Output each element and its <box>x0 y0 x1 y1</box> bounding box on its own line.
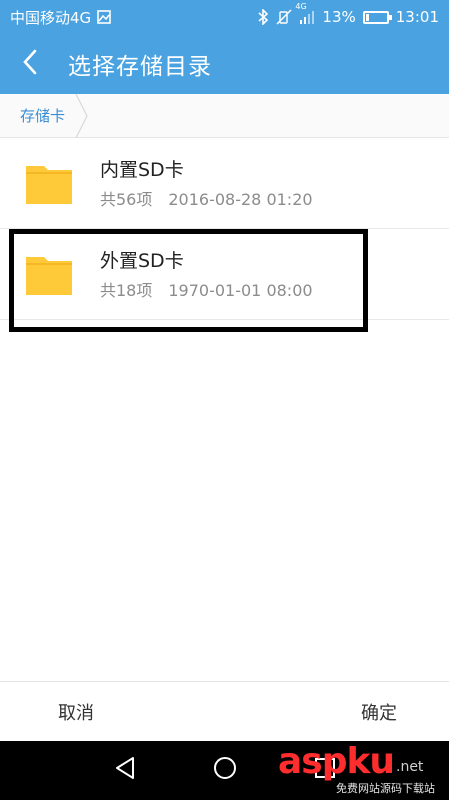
bluetooth-icon <box>257 9 269 25</box>
breadcrumb-separator-icon <box>75 93 88 138</box>
list-item-text: 内置SD卡 共56项 2016-08-28 01:20 <box>100 157 313 210</box>
status-left: 中国移动4G <box>10 7 111 28</box>
breadcrumb-item-storage-card[interactable]: 存储卡 <box>0 94 75 138</box>
folder-list: 内置SD卡 共56项 2016-08-28 01:20 外置SD卡 共18项 197… <box>0 138 449 320</box>
network-badge: 4G <box>295 2 307 11</box>
carrier-label: 中国移动4G <box>10 8 92 27</box>
modified-date: 1970-01-01 08:00 <box>168 280 313 300</box>
page-title: 选择存储目录 <box>68 54 212 80</box>
item-count: 共56项 <box>100 189 153 209</box>
list-item[interactable]: 内置SD卡 共56项 2016-08-28 01:20 <box>0 138 449 229</box>
folder-meta: 共18项 1970-01-01 08:00 <box>100 281 313 301</box>
clock: 13:01 <box>395 8 439 26</box>
folder-icon <box>24 158 74 208</box>
status-bar: 中国移动4G 4G 13% 13:01 <box>0 0 449 34</box>
nav-recent-icon <box>314 757 336 783</box>
image-icon <box>97 10 111 24</box>
nav-recent-button[interactable] <box>305 750 345 790</box>
folder-name: 外置SD卡 <box>100 249 184 272</box>
title-bar: 选择存储目录 <box>0 34 449 94</box>
breadcrumb: 存储卡 <box>0 93 449 138</box>
battery-percent: 13% <box>322 8 356 26</box>
folder-name: 内置SD卡 <box>100 158 184 181</box>
folder-icon <box>24 249 74 299</box>
cancel-button[interactable]: 取消 <box>58 682 94 742</box>
nav-back-icon <box>114 756 136 784</box>
system-nav-bar <box>0 741 449 800</box>
list-item[interactable]: 外置SD卡 共18项 1970-01-01 08:00 <box>0 229 449 320</box>
nav-home-button[interactable] <box>205 750 245 790</box>
modified-date: 2016-08-28 01:20 <box>168 189 313 209</box>
battery-level-fill <box>365 13 369 21</box>
battery-icon <box>362 10 392 24</box>
signal-icon: 4G <box>295 2 315 24</box>
back-arrow-icon <box>22 49 38 79</box>
folder-meta: 共56项 2016-08-28 01:20 <box>100 190 313 210</box>
nav-home-icon <box>213 756 237 784</box>
action-bar: 取消 确定 <box>0 681 449 741</box>
nav-back-button[interactable] <box>105 750 145 790</box>
status-right: 4G 13% 13:01 <box>257 2 439 26</box>
list-item-text: 外置SD卡 共18项 1970-01-01 08:00 <box>100 248 313 301</box>
item-count: 共18项 <box>100 280 153 300</box>
back-button[interactable] <box>0 34 60 94</box>
vibrate-off-icon <box>276 9 292 25</box>
confirm-button[interactable]: 确定 <box>361 682 397 742</box>
